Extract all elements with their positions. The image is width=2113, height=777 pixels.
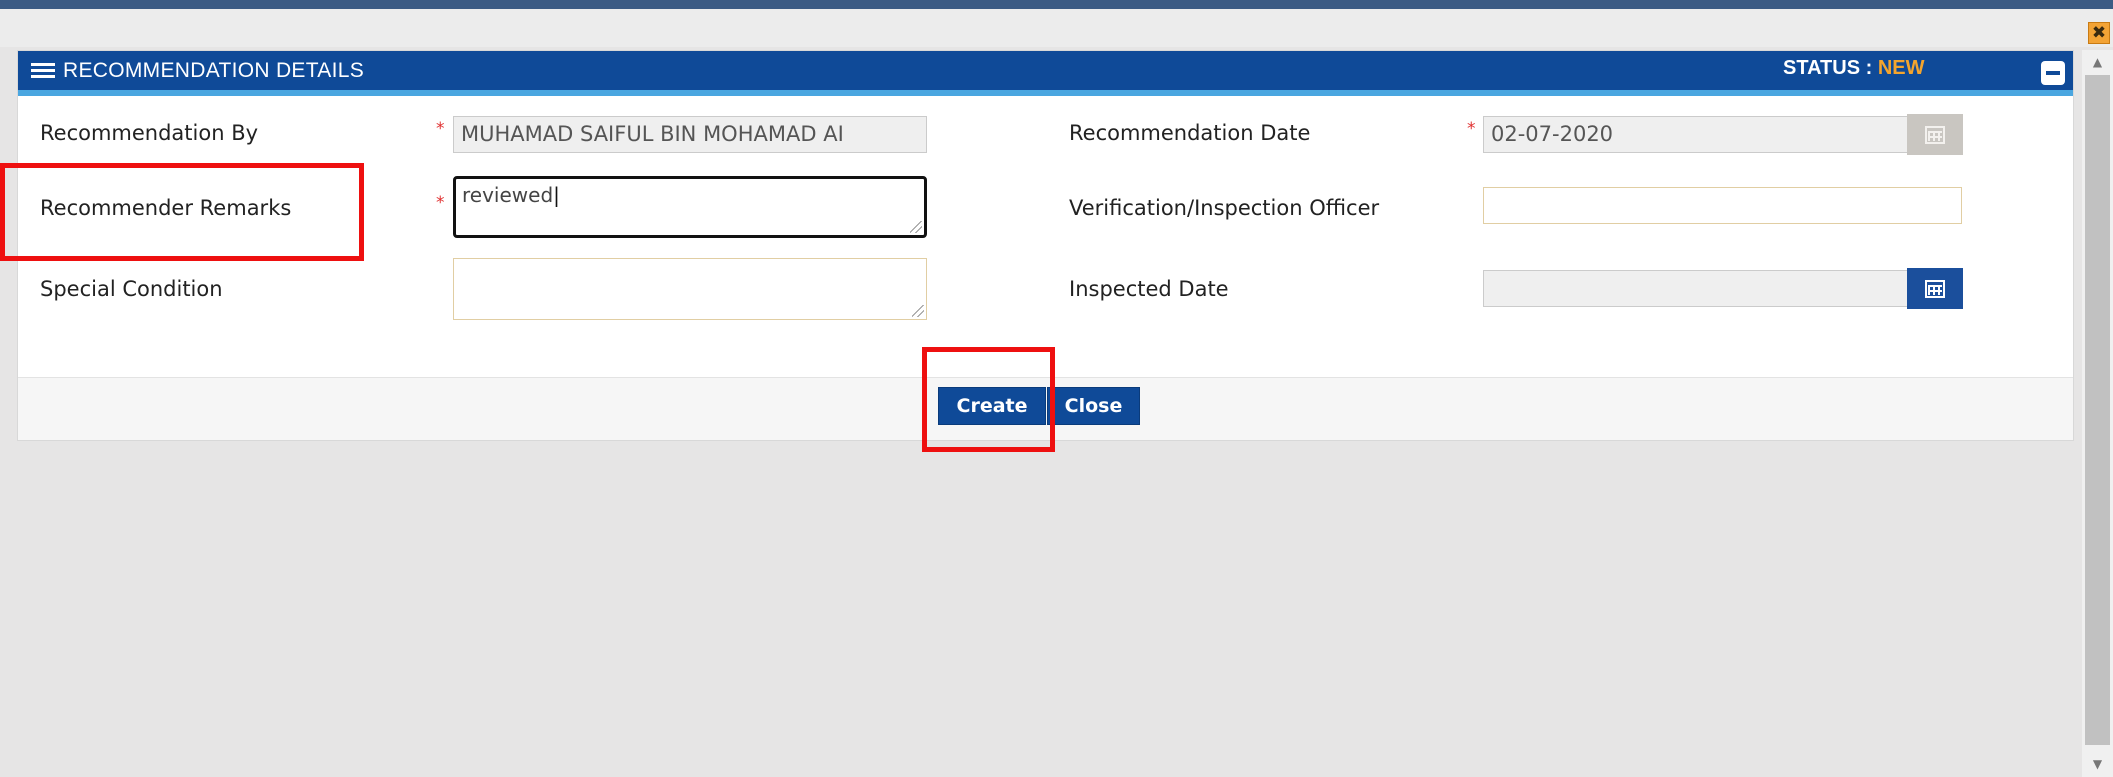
scroll-thumb[interactable]	[2085, 75, 2110, 745]
special-condition-textarea[interactable]	[453, 258, 927, 320]
resize-handle-icon[interactable]	[912, 305, 924, 317]
required-marker: *	[436, 193, 445, 213]
recommendation-date-label: Recommendation Date	[1069, 121, 1311, 145]
recommendation-by-field[interactable]: MUHAMAD SAIFUL BIN MOHAMAD AI	[453, 116, 927, 153]
close-window-button[interactable]: ✖	[2088, 22, 2110, 44]
top-background	[0, 9, 2113, 47]
collapse-button[interactable]	[2041, 61, 2065, 85]
recommender-remarks-value: reviewed	[462, 183, 554, 207]
recommendation-date-field[interactable]: 02-07-2020	[1483, 116, 1908, 153]
calendar-icon	[1925, 279, 1945, 298]
status-label: STATUS :	[1783, 57, 1878, 79]
highlight-box-remarks	[0, 163, 364, 261]
inspected-date-label: Inspected Date	[1069, 277, 1229, 301]
required-marker: *	[1467, 119, 1476, 139]
minus-icon	[2046, 71, 2060, 75]
status-value: NEW	[1877, 57, 1925, 79]
inspected-date-calendar-button[interactable]	[1907, 268, 1963, 309]
panel-title: RECOMMENDATION DETAILS	[63, 58, 365, 82]
recommender-remarks-textarea[interactable]: reviewed|	[453, 176, 927, 238]
recommendation-date-calendar-button[interactable]	[1907, 114, 1963, 155]
close-button[interactable]: Close	[1047, 387, 1140, 425]
panel-header: RECOMMENDATION DETAILS STATUS : NEW	[18, 51, 2073, 96]
special-condition-label: Special Condition	[40, 277, 223, 301]
recommendation-by-label: Recommendation By	[40, 121, 259, 145]
required-marker: *	[436, 119, 445, 139]
top-strip	[0, 0, 2113, 9]
calendar-icon	[1925, 125, 1945, 144]
resize-handle-icon[interactable]	[910, 221, 922, 233]
status-indicator: STATUS : NEW	[1783, 57, 1924, 80]
scroll-down-arrow-icon[interactable]: ▼	[2082, 752, 2113, 776]
highlight-box-create	[922, 347, 1055, 452]
scroll-up-arrow-icon[interactable]: ▲	[2082, 50, 2113, 74]
verification-officer-label: Verification/Inspection Officer	[1069, 196, 1380, 220]
verification-officer-field[interactable]	[1483, 187, 1962, 224]
menu-icon	[31, 63, 55, 78]
inspected-date-field[interactable]	[1483, 270, 1908, 307]
